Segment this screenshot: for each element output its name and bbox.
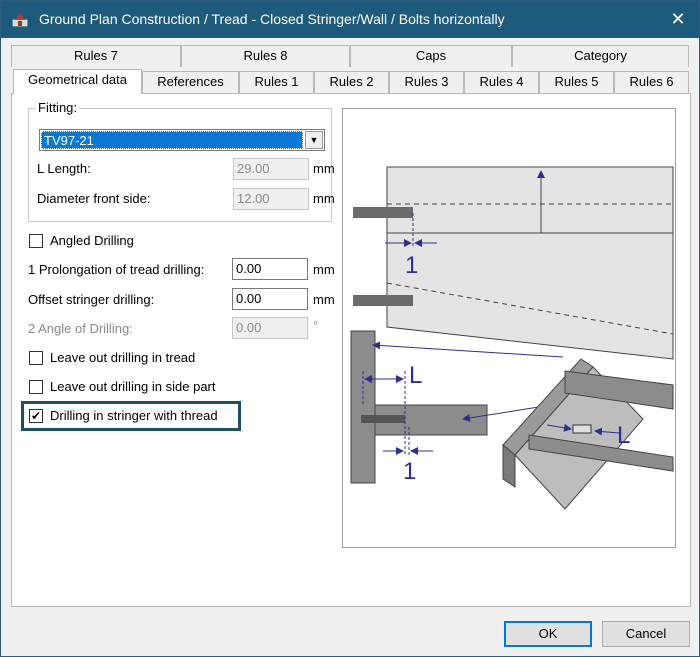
fitting-group: Fitting: TV97-21 ▼ L Length: 29.00 mm Di… <box>28 100 335 222</box>
close-icon[interactable]: ✕ <box>661 5 695 33</box>
tread-plate <box>386 166 674 360</box>
fitting-select[interactable]: TV97-21 ▼ <box>39 129 325 151</box>
tab-rules-8[interactable]: Rules 8 <box>181 45 350 67</box>
angle-input: 0.00 <box>232 317 308 339</box>
length-label: L Length: <box>37 161 91 176</box>
window-title: Ground Plan Construction / Tread - Close… <box>39 11 505 27</box>
leave-tread-checkbox[interactable] <box>29 351 43 365</box>
bolt-upper <box>353 207 413 218</box>
leave-side-checkbox[interactable] <box>29 380 43 394</box>
bolt-3d <box>572 424 592 434</box>
bolt-lower <box>353 295 413 306</box>
tab-rules-4[interactable]: Rules 4 <box>464 71 539 93</box>
diameter-field: 12.00 <box>233 188 309 210</box>
prolongation-label: 1 Prolongation of tread drilling: <box>28 262 205 277</box>
drill-thread-label: Drilling in stringer with thread <box>50 408 218 423</box>
prolongation-unit: mm <box>313 262 335 277</box>
tab-rules-6[interactable]: Rules 6 <box>614 71 689 93</box>
tab-rules-3[interactable]: Rules 3 <box>389 71 464 93</box>
diameter-label: Diameter front side: <box>37 191 151 206</box>
dim-label-1-bottom: 1 <box>403 458 416 485</box>
cancel-button[interactable]: Cancel <box>602 621 690 647</box>
bolt-side <box>361 415 405 423</box>
length-unit: mm <box>313 161 335 176</box>
angle-label: 2 Angle of Drilling: <box>28 321 133 336</box>
chevron-down-icon[interactable]: ▼ <box>305 131 323 149</box>
length-field: 29.00 <box>233 158 309 180</box>
fitting-group-label: Fitting: <box>36 100 80 115</box>
dim-label-L-left: L <box>409 362 422 389</box>
prolongation-input[interactable]: 0.00 <box>232 258 308 280</box>
dim-label-1-top: 1 <box>405 252 418 279</box>
tab-references[interactable]: References <box>142 71 239 93</box>
diagram-drawing: 1 1 L L <box>350 166 674 510</box>
tab-rules-1[interactable]: Rules 1 <box>239 71 314 93</box>
ok-button[interactable]: OK <box>504 621 592 647</box>
tab-caps[interactable]: Caps <box>350 45 512 67</box>
fitting-select-value: TV97-21 <box>41 131 303 149</box>
tab-strip: Rules 7 Rules 8 Caps Category Geometrica… <box>11 45 691 95</box>
tab-rules-7[interactable]: Rules 7 <box>11 45 181 67</box>
diameter-unit: mm <box>313 191 335 206</box>
tab-category[interactable]: Category <box>512 45 689 67</box>
drill-thread-checkbox[interactable]: ✔ <box>29 409 43 423</box>
leave-side-label: Leave out drilling in side part <box>50 379 216 394</box>
stringer-side <box>350 330 376 484</box>
tab-rules-2[interactable]: Rules 2 <box>314 71 389 93</box>
pointer-arrow-stringer <box>372 341 564 358</box>
fitting-diagram: 1 1 L L <box>342 108 676 548</box>
geometrical-data-panel: Fitting: TV97-21 ▼ L Length: 29.00 mm Di… <box>11 93 691 607</box>
angled-drilling-label: Angled Drilling <box>50 233 134 248</box>
offset-label: Offset stringer drilling: <box>28 292 155 307</box>
angled-drilling-checkbox[interactable] <box>29 234 43 248</box>
dim-label-L-right: L <box>617 422 630 449</box>
angle-unit: ° <box>313 318 319 333</box>
offset-unit: mm <box>313 292 335 307</box>
leave-tread-label: Leave out drilling in tread <box>50 350 196 365</box>
title-bar: Ground Plan Construction / Tread - Close… <box>1 1 699 38</box>
app-icon <box>12 13 28 27</box>
tab-geometrical-data[interactable]: Geometrical data <box>13 69 142 94</box>
dialog-window: Ground Plan Construction / Tread - Close… <box>0 0 700 657</box>
offset-input[interactable]: 0.00 <box>232 288 308 310</box>
tab-rules-5[interactable]: Rules 5 <box>539 71 614 93</box>
